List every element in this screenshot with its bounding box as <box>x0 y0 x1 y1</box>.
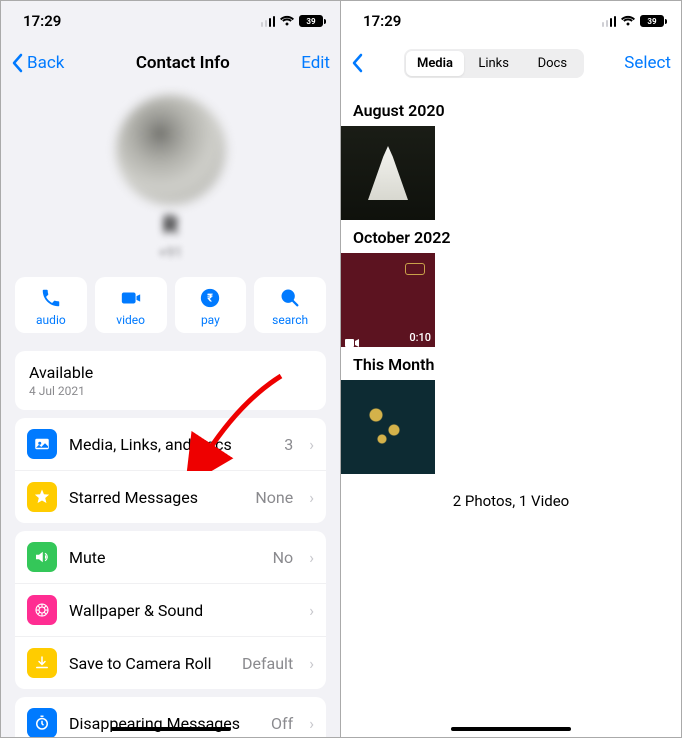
starred-label: Starred Messages <box>69 488 243 507</box>
video-icon <box>118 285 144 311</box>
contact-phone: +91 <box>159 245 183 261</box>
wifi-icon <box>620 15 636 27</box>
search-icon <box>277 285 303 311</box>
video-call-button[interactable]: video <box>95 277 167 333</box>
chevron-right-icon: › <box>309 488 314 507</box>
segmented-control: Media Links Docs <box>404 49 584 78</box>
starred-value: None <box>255 488 293 507</box>
status-row[interactable]: Available 4 Jul 2021 <box>15 351 326 410</box>
video-indicator-icon <box>345 333 359 343</box>
chevron-right-icon: › <box>309 714 314 733</box>
tab-media[interactable]: Media <box>406 51 465 76</box>
wallpaper-row[interactable]: Wallpaper & Sound › <box>15 583 326 636</box>
media-links-docs-row[interactable]: Media, Links, and Docs 3 › <box>15 418 326 470</box>
wallpaper-label: Wallpaper & Sound <box>69 601 297 620</box>
video-duration: 0:10 <box>409 331 431 344</box>
back-label: Back <box>27 53 64 73</box>
status-indicators: 39 <box>261 15 327 27</box>
svg-text:₹: ₹ <box>207 292 213 305</box>
starred-messages-row[interactable]: Starred Messages None › <box>15 470 326 523</box>
download-icon <box>27 648 57 678</box>
home-indicator <box>111 727 231 731</box>
media-thumbnail[interactable] <box>341 380 435 474</box>
status-time: 17:29 <box>23 12 61 30</box>
battery-icon: 39 <box>299 15 326 27</box>
status-time: 17:29 <box>363 12 401 30</box>
wifi-icon <box>279 15 295 27</box>
media-label: Media, Links, and Docs <box>69 435 272 454</box>
speaker-icon <box>27 542 57 572</box>
nav-bar: Back Contact Info Edit <box>1 41 340 85</box>
video-label: video <box>116 313 145 327</box>
nav-bar: Media Links Docs Select <box>341 41 681 85</box>
media-summary: 2 Photos, 1 Video <box>341 474 681 528</box>
chevron-left-icon <box>351 53 363 73</box>
media-thumbnail-video[interactable]: 0:10 <box>341 253 435 347</box>
battery-icon: 39 <box>640 15 667 27</box>
select-button[interactable]: Select <box>624 53 671 73</box>
media-count: 3 <box>284 435 293 454</box>
rupee-icon: ₹ <box>197 285 223 311</box>
status-bar: 17:29 39 <box>1 1 340 41</box>
star-icon <box>27 482 57 512</box>
mute-value: No <box>273 548 294 567</box>
pay-button[interactable]: ₹ pay <box>175 277 247 333</box>
search-button[interactable]: search <box>254 277 326 333</box>
avatar[interactable] <box>116 95 226 205</box>
pay-label: pay <box>201 313 220 327</box>
chevron-right-icon: › <box>309 435 314 454</box>
contact-name: R <box>163 211 178 239</box>
back-button[interactable] <box>351 53 363 73</box>
section-title: October 2022 <box>341 220 681 253</box>
media-thumbnail[interactable] <box>341 126 435 220</box>
status-indicators: 39 <box>602 15 668 27</box>
chevron-left-icon <box>11 53 23 73</box>
chevron-right-icon: › <box>309 548 314 567</box>
edit-button[interactable]: Edit <box>301 53 330 73</box>
section-title: August 2020 <box>341 93 681 126</box>
signal-icon <box>261 16 276 27</box>
signal-icon <box>602 16 617 27</box>
status-date: 4 Jul 2021 <box>29 384 312 398</box>
mute-row[interactable]: Mute No › <box>15 531 326 583</box>
save-value: Default <box>242 654 293 673</box>
photos-icon <box>27 429 57 459</box>
section-title: This Month <box>341 347 681 380</box>
status-bar: 17:29 39 <box>341 1 681 41</box>
save-to-camera-roll-row[interactable]: Save to Camera Roll Default › <box>15 636 326 689</box>
tab-docs[interactable]: Docs <box>523 51 582 76</box>
chevron-right-icon: › <box>309 654 314 673</box>
mute-label: Mute <box>69 548 261 567</box>
audio-call-button[interactable]: audio <box>15 277 87 333</box>
search-label: search <box>272 313 308 327</box>
chevron-right-icon: › <box>309 601 314 620</box>
select-label: Select <box>624 53 671 73</box>
disappearing-value: Off <box>271 714 293 733</box>
timer-icon <box>27 708 57 737</box>
disappearing-messages-row[interactable]: Disappearing Messages Off › <box>15 697 326 737</box>
home-indicator <box>451 727 571 731</box>
tab-links[interactable]: Links <box>464 51 523 76</box>
back-button[interactable]: Back <box>11 53 64 73</box>
phone-icon <box>38 285 64 311</box>
save-label: Save to Camera Roll <box>69 654 230 673</box>
page-title: Contact Info <box>136 53 230 73</box>
edit-label: Edit <box>301 53 330 73</box>
audio-label: audio <box>36 313 66 327</box>
wallpaper-icon <box>27 595 57 625</box>
status-text: Available <box>29 363 312 382</box>
